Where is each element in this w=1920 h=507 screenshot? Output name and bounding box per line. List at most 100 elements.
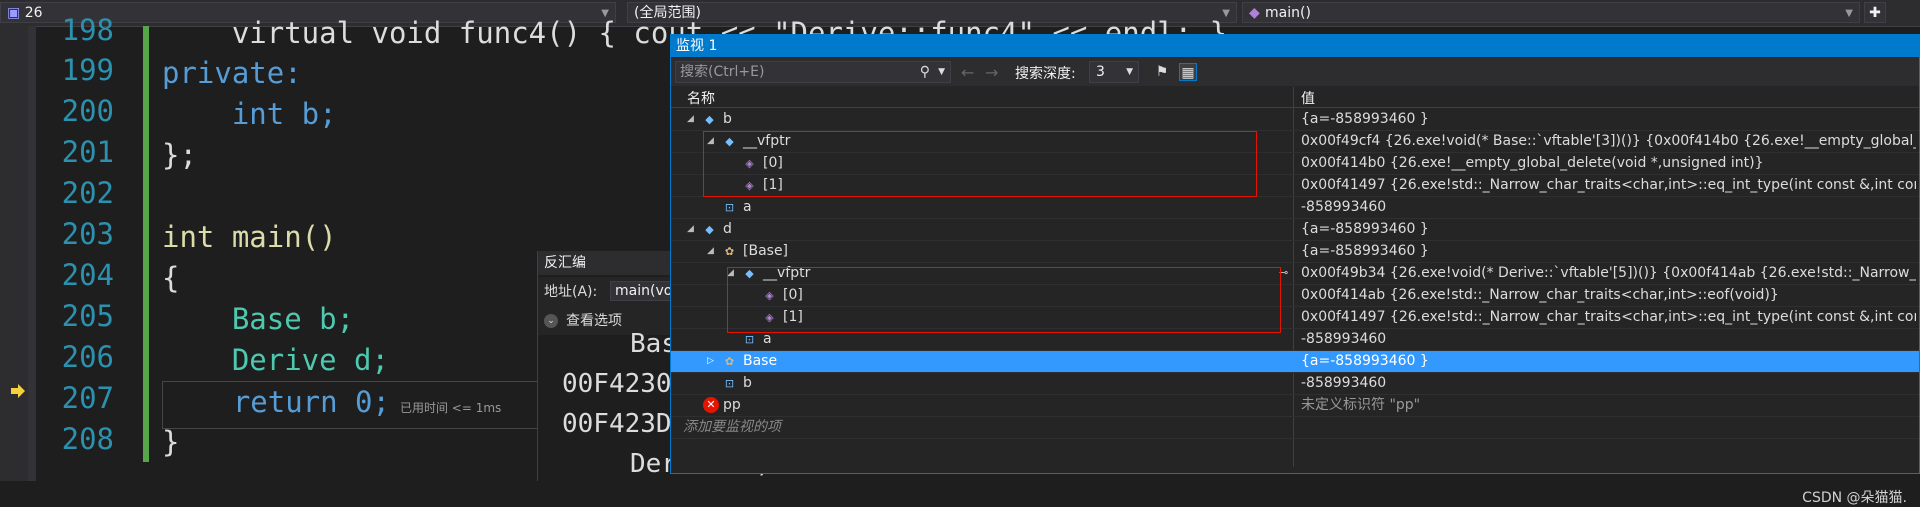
error-icon: ✕ (703, 397, 719, 413)
line-number: 203 (61, 217, 114, 251)
collapse-toggle-icon[interactable]: ▷ (707, 351, 714, 371)
watch-header: 名称 值 (671, 87, 1919, 108)
search-depth-dropdown[interactable]: 3 ▼ (1089, 61, 1139, 83)
expand-toggle-icon[interactable]: ◢ (687, 219, 694, 239)
line-number: 206 (61, 340, 114, 374)
pointer-icon: ◈ (745, 157, 754, 170)
expand-toggle-icon[interactable]: ◢ (687, 109, 694, 129)
expand-toggle-icon[interactable]: ◢ (707, 131, 714, 151)
code-line: int b; (162, 97, 337, 131)
watch-row-selected[interactable]: ▷ ✿ Base {a=-858993460 } (671, 351, 1919, 373)
code-line: { (162, 261, 180, 295)
watch-row[interactable]: ◢ ◆ __vfptr 0x00f49cf4 {26.exe!void(* Ba… (671, 131, 1919, 153)
watch-search-input[interactable]: 搜索(Ctrl+E) ⚲ ▼ (675, 61, 951, 83)
watch-name: b (743, 375, 752, 391)
search-placeholder: 搜索(Ctrl+E) (680, 64, 765, 80)
line-numbers: 198 199 200 201 202 203 204 205 206 207 … (36, 13, 144, 481)
line-number: 204 (61, 258, 114, 292)
watch-row[interactable]: ◈ [1] 0x00f41497 {26.exe!std::_Narrow_ch… (671, 307, 1919, 329)
object-icon: ◆ (705, 223, 714, 236)
line-number: 199 (61, 53, 114, 87)
watch-value: 0x00f49b34 {26.exe!void(* Derive::`vftab… (1301, 265, 1916, 281)
search-previous-icon[interactable]: ← (961, 63, 974, 82)
watch-row[interactable]: ◈ [1] 0x00f41497 {26.exe!std::_Narrow_ch… (671, 175, 1919, 197)
breakpoint-margin[interactable] (0, 26, 28, 481)
watch-value: 0x00f414ab {26.exe!std::_Narrow_char_tra… (1301, 287, 1779, 303)
disassembly-window: 反汇编 地址(A): ⌄ 查看选项 Bas 00F4230 00F423D De… (537, 251, 771, 481)
perf-tip[interactable]: 已用时间 <= 1ms (400, 401, 501, 415)
chevron-down-icon: ⌄ (544, 314, 558, 328)
watch-value: {a=-858993460 } (1301, 243, 1429, 259)
watch-name: d (723, 221, 732, 237)
disasm-line: 00F423D (562, 409, 672, 439)
object-icon: ◆ (725, 135, 734, 148)
expand-toggle-icon[interactable]: ◢ (727, 263, 734, 283)
watch-value: -858993460 (1301, 199, 1387, 215)
watch-name: __vfptr (743, 133, 791, 149)
address-bar: 地址(A): (538, 277, 688, 307)
split-editor-button[interactable]: ✚ (1864, 2, 1886, 23)
watch-value: 0x00f414b0 {26.exe!__empty_global_delete… (1301, 155, 1764, 171)
line-number: 207 (61, 381, 114, 415)
project-name: 26 (24, 5, 43, 21)
watch-row[interactable]: ◢ ◆ d {a=-858993460 } (671, 219, 1919, 241)
line-number: 202 (61, 176, 114, 210)
watch-value: {a=-858993460 } (1301, 221, 1429, 237)
code-line: private: (162, 56, 302, 90)
current-code-line: return 0; 已用时间 <= 1ms (162, 381, 554, 429)
watch-name: Base (743, 353, 778, 369)
add-watch-placeholder: 添加要监视的项 (683, 419, 781, 435)
code-line: }; (162, 138, 197, 172)
disassembly-title[interactable]: 反汇编 (538, 251, 688, 275)
watch-value: {a=-858993460 } (1301, 111, 1429, 127)
pin-icon[interactable]: ⊸ (1279, 263, 1288, 283)
chevron-down-icon: ▼ (1845, 8, 1853, 19)
watch-name: a (743, 199, 752, 215)
pointer-icon: ◈ (765, 311, 774, 324)
watch-name: [Base] (743, 243, 789, 259)
watch-value: 0x00f41497 {26.exe!std::_Narrow_char_tra… (1301, 177, 1916, 193)
chevron-down-icon[interactable]: ▼ (938, 62, 945, 82)
watch-name: __vfptr (763, 265, 811, 281)
watch-row[interactable]: ⊡ a -858993460 (671, 197, 1919, 219)
watch-window: 监视 1 搜索(Ctrl+E) ⚲ ▼ ← → 搜索深度: 3 ▼ ⚑ ▦ 名称… (670, 34, 1920, 506)
column-value-header[interactable]: 值 (1301, 88, 1315, 108)
code-line: Base b; (162, 302, 355, 336)
pin-filter-icon[interactable]: ⚑ (1153, 63, 1171, 81)
watch-row[interactable]: ◈ [0] 0x00f414ab {26.exe!std::_Narrow_ch… (671, 285, 1919, 307)
search-depth-label: 搜索深度: (1015, 66, 1076, 82)
base-class-icon: ✿ (724, 245, 735, 258)
pointer-icon: ◈ (745, 179, 754, 192)
column-name-header[interactable]: 名称 (687, 88, 715, 108)
watch-row[interactable]: ◢ ◆ b {a=-858993460 } (671, 109, 1919, 131)
code-line: return 0; (163, 385, 390, 419)
watch-row[interactable]: ⊡ b -858993460 (671, 373, 1919, 395)
line-number: 208 (61, 422, 114, 456)
watch-value: 0x00f49cf4 {26.exe!void(* Base::`vftable… (1301, 133, 1916, 149)
line-number: 198 (61, 13, 114, 47)
watch-row[interactable]: ⊡ a -858993460 (671, 329, 1919, 351)
disasm-line: 00F4230 (562, 369, 672, 399)
chevron-down-icon: ▼ (1126, 67, 1133, 77)
watch-toolbar: 搜索(Ctrl+E) ⚲ ▼ ← → 搜索深度: 3 ▼ ⚑ ▦ (671, 58, 1919, 86)
hex-display-icon[interactable]: ▦ (1179, 63, 1197, 81)
search-next-icon[interactable]: → (985, 63, 998, 82)
watch-row[interactable]: ✕ pp 未定义标识符 "pp" (671, 395, 1919, 417)
watch-name: b (723, 111, 732, 127)
watch-row[interactable]: ◈ [0] 0x00f414b0 {26.exe!__empty_global_… (671, 153, 1919, 175)
watch-name: [1] (783, 309, 803, 325)
change-tracking-bar (143, 26, 149, 462)
pointer-icon: ◈ (765, 289, 774, 302)
search-icon[interactable]: ⚲ (920, 62, 930, 82)
search-depth-value: 3 (1096, 64, 1105, 80)
watch-value: -858993460 (1301, 375, 1387, 391)
expand-toggle-icon[interactable]: ◢ (707, 241, 714, 261)
function-dropdown[interactable]: ◆ main() ▼ (1242, 2, 1860, 23)
add-watch-row[interactable]: 添加要监视的项 (671, 417, 1919, 439)
watch-name: [0] (763, 155, 783, 171)
watch-row[interactable]: ◢ ✿ [Base] {a=-858993460 } (671, 241, 1919, 263)
field-icon: ⊡ (724, 377, 735, 390)
watch-title[interactable]: 监视 1 (671, 35, 1919, 57)
watch-row[interactable]: ◢ ◆ __vfptr ⊸ 0x00f49b34 {26.exe!void(* … (671, 263, 1919, 285)
watch-name: a (763, 331, 772, 347)
